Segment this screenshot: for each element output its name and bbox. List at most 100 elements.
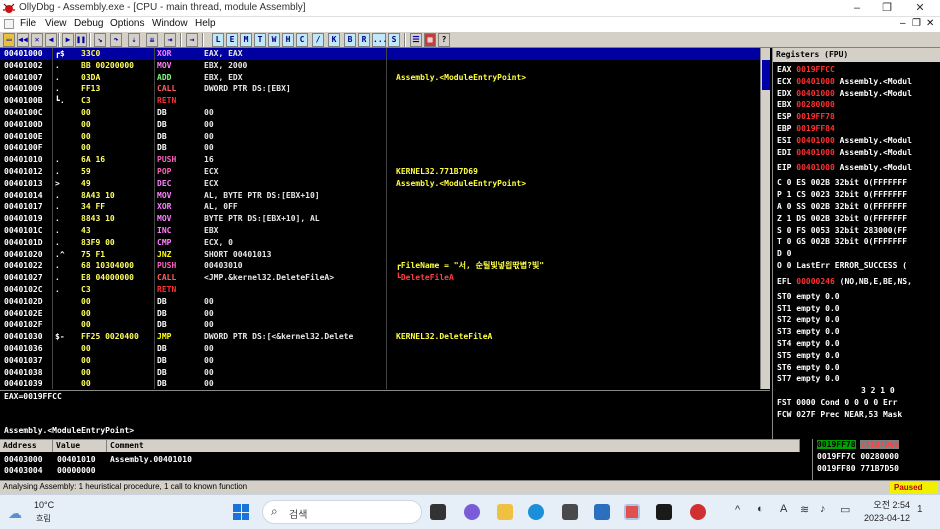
disasm-row[interactable]: 0040100B ┗. C3 RETN [0,95,760,107]
weather-temp[interactable]: 10°C [34,500,54,510]
flag-row[interactable]: S 0 FS 0053 32bit 283000(FF [777,226,907,235]
minimize-button[interactable]: – [842,0,872,17]
step-into-icon[interactable]: ↘ [94,33,106,47]
notification-badge[interactable]: 1 [917,504,923,515]
disasm-row[interactable]: 00401030 $- FF25 0020400 JMP DWORD PTR DS:[<… [0,331,760,343]
battery-icon[interactable]: ▭ [840,503,850,516]
register-row[interactable]: ECX 00401000 Assembly.<Modul [777,77,912,86]
stack-pane[interactable]: 0019FF78 771B7D69 0019FF7C 00280000 0019FF… [812,439,940,480]
disasm-row[interactable]: 0040100D 00 DB 00 [0,119,760,131]
app-icon[interactable] [594,504,610,520]
disasm-row[interactable]: 00401014. 8A43 10 MOV AL, BYTE PTR DS:[EBX+… [0,190,760,202]
goto-icon[interactable]: → [186,33,198,47]
chevron-up-icon[interactable]: ^ [735,504,740,516]
restore-button[interactable]: ❐ [872,0,902,17]
menu-window[interactable]: Window [152,18,188,29]
flag-row[interactable]: C 0 ES 002B 32bit 0(FFFFFFF [777,178,907,187]
fpu-row[interactable]: ST3 empty 0.0 [777,327,840,336]
clock[interactable]: 오전 2:54 2023-04-12 [860,499,910,525]
menu-file[interactable]: File [20,18,36,29]
task-view-icon[interactable] [430,504,446,520]
disasm-row[interactable]: 00401010. 6A 16 PUSH 16 [0,154,760,166]
fpu-row[interactable]: ST6 empty 0.0 [777,363,840,372]
pycharm-icon[interactable] [656,504,672,520]
register-row[interactable]: EDI 00401000 Assembly.<Modul [777,148,912,157]
log-window-button[interactable]: L [212,33,224,47]
appearance-icon[interactable]: ▦ [424,33,436,47]
fpu-row[interactable]: ST1 empty 0.0 [777,304,840,313]
speaker-icon[interactable]: ♪ [820,503,826,515]
executable-modules-button[interactable]: E [226,33,238,47]
disasm-row[interactable]: 00401009. FF13 CALL DWORD PTR DS:[EBX] [0,83,760,95]
fpu-bits[interactable]: 3 2 1 0 [777,386,895,395]
ollydbg-taskbar-icon[interactable] [624,504,640,520]
source-button[interactable]: S [388,33,400,47]
stack-row[interactable]: 0019FF7C 00280000 [817,452,899,461]
disassembly-pane[interactable]: 00401000 ┏$ 33C0 XOR EAX, EAX 00401002. BB 002… [0,48,770,389]
trace-over-icon[interactable]: ⇊ [146,33,158,47]
chat-icon[interactable] [464,504,480,520]
tray-app-icon[interactable]: ◐ [757,503,764,515]
disasm-row[interactable]: 0040100F 00 DB 00 [0,142,760,154]
disasm-row[interactable]: 0040102F 00 DB 00 [0,319,760,331]
mdi-minimize-button[interactable]: – [900,18,906,29]
open-icon[interactable]: ▭ [3,33,15,47]
registers-pane[interactable]: Registers (FPU) EAX 0019FFCC ECX 0040100… [772,48,940,439]
handles-button[interactable]: H [282,33,294,47]
help-icon[interactable]: ? [438,33,450,47]
disasm-row[interactable]: 00401007. 03DA ADD EBX, EDX Assembly.<Module… [0,72,760,84]
cpu-button[interactable]: C [296,33,308,47]
run-icon[interactable]: ▶ [62,33,74,47]
disassembly-scrollbar[interactable] [760,48,770,389]
wifi-icon[interactable]: ≋ [800,503,809,516]
mdi-close-button[interactable]: ✕ [926,18,934,29]
trace-into-icon[interactable]: ⇣ [128,33,140,47]
close-debuggee-icon[interactable]: ✕ [31,33,43,47]
dump-header-comment[interactable]: Comment [107,440,800,452]
edge-icon[interactable] [528,504,544,520]
disasm-row[interactable]: 0040102D 00 DB 00 [0,296,760,308]
register-row[interactable]: ESP 0019FF78 [777,112,835,121]
disasm-row[interactable]: 0040100E 00 DB 00 [0,131,760,143]
fpu-row[interactable]: ST5 empty 0.0 [777,351,840,360]
disasm-row[interactable]: 0040102C. C3 RETN [0,284,760,296]
disasm-row[interactable]: 0040100C 00 DB 00 [0,107,760,119]
windows-button[interactable]: W [268,33,280,47]
pause-end-icon[interactable]: ◀ [45,33,57,47]
fpu-row[interactable]: ST2 empty 0.0 [777,315,840,324]
fpu-row[interactable]: ST4 empty 0.0 [777,339,840,348]
disasm-row[interactable]: 00401019. 8843 10 MOV BYTE PTR DS:[EBX+10],… [0,213,760,225]
disasm-row[interactable]: 00401012. 59 POP ECX KERNEL32.771B7D69 [0,166,760,178]
threads-button[interactable]: T [254,33,266,47]
dump-header-address[interactable]: Address [0,440,53,452]
fpu-control[interactable]: FCW 027F Prec NEAR,53 Mask [777,410,902,419]
store-icon[interactable] [562,504,578,520]
execute-till-return-icon[interactable]: ⇥ [164,33,176,47]
dump-header-value[interactable]: Value [53,440,107,452]
start-icon[interactable] [233,504,249,520]
menu-options[interactable]: Options [110,18,144,29]
disasm-row[interactable]: 00401022. 68 10304000 PUSH 00403010 ┏FileNam… [0,260,760,272]
disasm-row[interactable]: 00401020 .^ 75 F1 JNZ SHORT 00401013 [0,249,760,261]
patches-button[interactable]: / [312,33,324,47]
register-eip[interactable]: EIP 00401000 Assembly.<Modul [777,163,912,172]
register-row[interactable]: EBX 00280000 [777,100,835,109]
pause-icon[interactable]: ❚❚ [75,33,87,47]
call-stack-button[interactable]: K [328,33,340,47]
disasm-row[interactable]: 00401039 00 DB 00 [0,378,760,389]
flag-row[interactable]: Z 1 DS 002B 32bit 0(FFFFFFF [777,214,907,223]
menu-view[interactable]: View [45,18,67,29]
memory-map-button[interactable]: M [240,33,252,47]
references-button[interactable]: R [358,33,370,47]
register-row[interactable]: ESI 00401000 Assembly.<Modul [777,136,912,145]
disasm-row[interactable]: 00401000 ┏$ 33C0 XOR EAX, EAX [0,48,760,60]
ime-indicator[interactable]: A [780,503,787,515]
disasm-row[interactable]: 00401037 00 DB 00 [0,355,760,367]
file-explorer-icon[interactable] [497,504,513,520]
cpu-window-icon[interactable] [4,19,14,29]
mdi-restore-button[interactable]: ❐ [912,18,921,29]
stack-row[interactable]: 0019FF80 771B7D50 [817,464,899,473]
fpu-status[interactable]: FST 0000 Cond 0 0 0 0 Err [777,398,897,407]
register-efl[interactable]: EFL 00000246 (NO,NB,E,BE,NS, [777,277,912,286]
taskbar-search[interactable]: ⌕ 검색 [262,500,422,524]
